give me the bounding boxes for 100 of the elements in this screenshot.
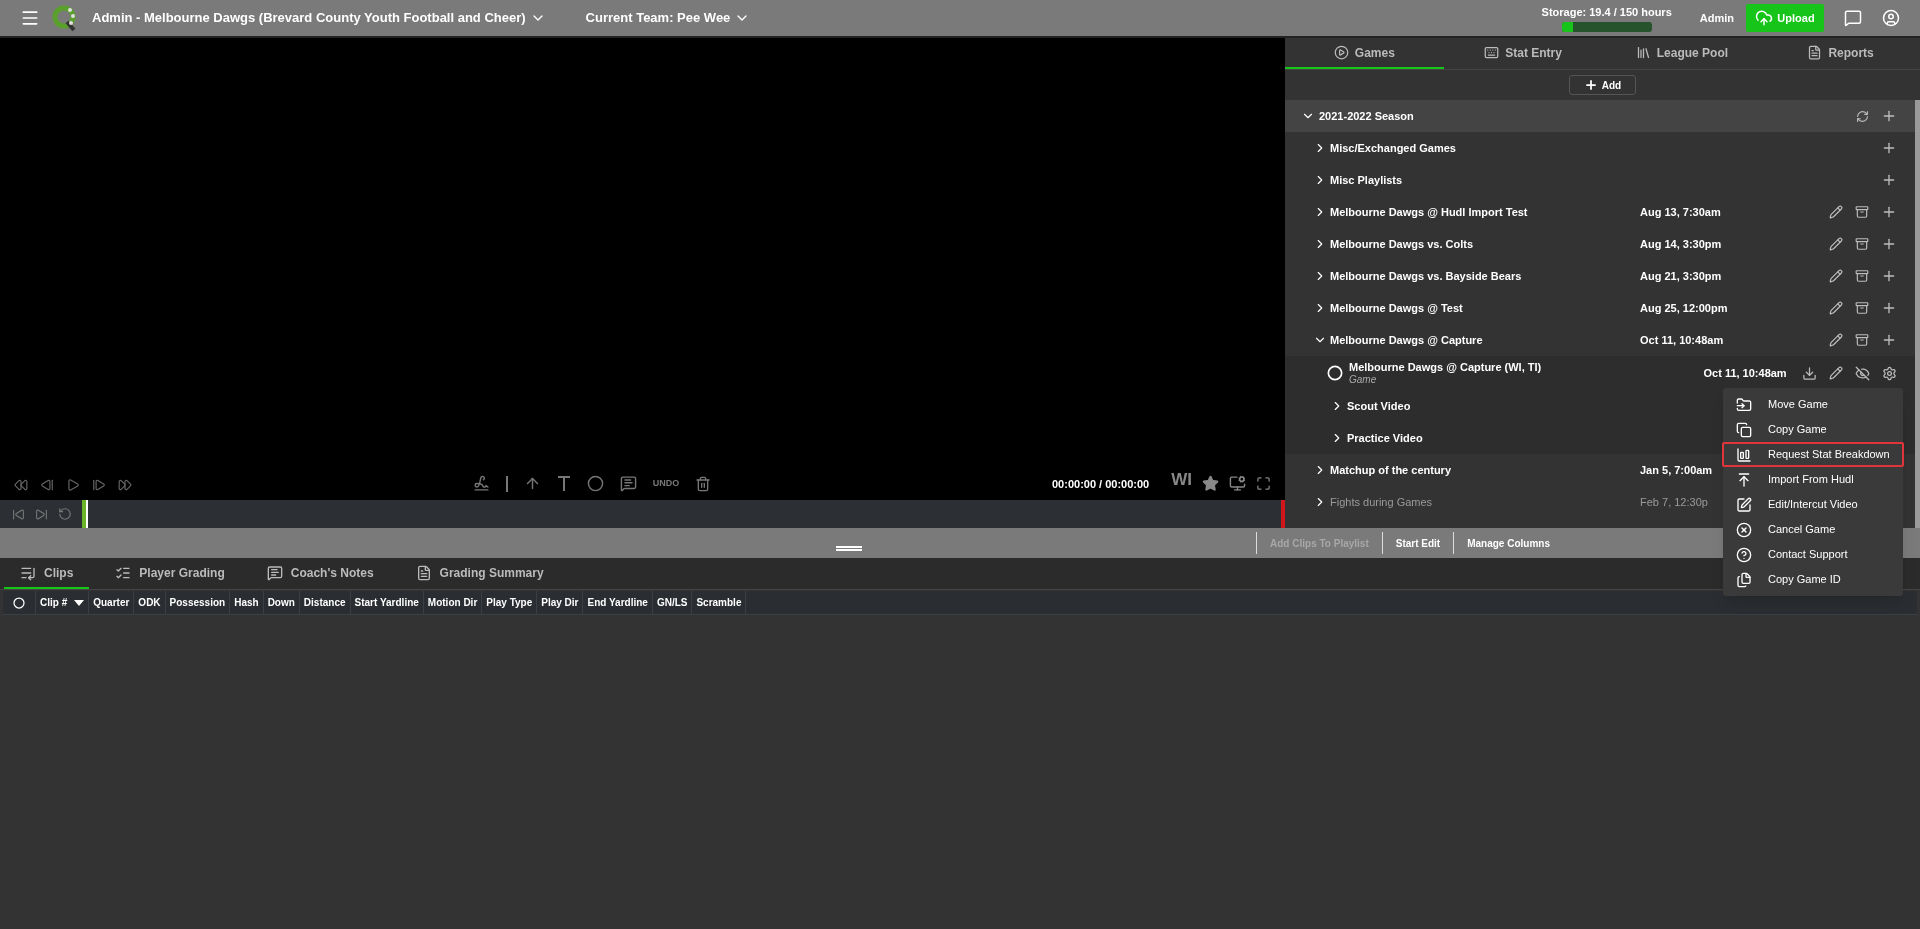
- add-button[interactable]: Add: [1568, 75, 1637, 95]
- column-header[interactable]: Possession: [165, 591, 231, 614]
- fast-forward-icon[interactable]: [118, 478, 132, 492]
- delete-icon[interactable]: [1855, 237, 1869, 251]
- replay-icon[interactable]: [58, 507, 72, 521]
- menu-item[interactable]: Cancel Game: [1722, 517, 1904, 542]
- time-display: 00:00:00 / 00:00:00: [1052, 476, 1150, 492]
- fullscreen-icon[interactable]: [1256, 476, 1271, 491]
- skip-forward-icon[interactable]: [35, 507, 48, 521]
- trash-icon[interactable]: [695, 475, 712, 492]
- season-header[interactable]: 2021-2022 Season: [1285, 100, 1915, 132]
- menu-item[interactable]: Copy Game: [1722, 417, 1904, 442]
- menu-item[interactable]: Import From Hudl: [1722, 467, 1904, 492]
- game-title: Misc/Exchanged Games: [1330, 140, 1456, 156]
- skip-back-icon[interactable]: [12, 507, 25, 521]
- edit-icon[interactable]: [1829, 366, 1843, 380]
- line-tool-icon[interactable]: [505, 475, 508, 492]
- t-bar-icon[interactable]: [556, 475, 571, 492]
- edit-icon[interactable]: [1829, 205, 1843, 219]
- chat-icon[interactable]: [1844, 9, 1862, 27]
- delete-icon[interactable]: [1855, 333, 1869, 347]
- document-icon: [1807, 45, 1823, 60]
- select-circle[interactable]: [1327, 365, 1343, 381]
- draw-icon[interactable]: [472, 475, 490, 492]
- edit-icon[interactable]: [1829, 301, 1843, 315]
- folder-title: Scout Video: [1347, 398, 1411, 414]
- column-header[interactable]: Start Yardline: [350, 591, 424, 614]
- menu-item[interactable]: Move Game: [1722, 392, 1904, 417]
- refresh-icon[interactable]: [1856, 109, 1869, 123]
- settings-icon[interactable]: [1882, 365, 1897, 381]
- bottom-tab[interactable]: Clips: [4, 558, 90, 589]
- edit-icon[interactable]: [1829, 333, 1843, 347]
- season-title: 2021-2022 Season: [1319, 108, 1414, 124]
- column-header[interactable]: Clip #: [36, 591, 90, 614]
- playhead[interactable]: [82, 500, 88, 528]
- edit-icon[interactable]: [1829, 237, 1843, 251]
- panel-tab[interactable]: League Pool: [1602, 38, 1762, 69]
- add-icon[interactable]: [1881, 268, 1897, 284]
- panel-tab[interactable]: Reports: [1761, 38, 1920, 69]
- column-header[interactable]: Distance: [299, 591, 351, 614]
- add-icon[interactable]: [1881, 172, 1897, 188]
- delete-icon[interactable]: [1855, 301, 1869, 315]
- step-back-icon[interactable]: [40, 478, 54, 492]
- resize-handle[interactable]: [836, 546, 862, 551]
- toolbar-button[interactable]: Start Edit: [1381, 532, 1454, 554]
- column-header[interactable]: GN/LS: [652, 591, 693, 614]
- edit-icon[interactable]: [1829, 269, 1843, 283]
- add-icon[interactable]: [1881, 140, 1897, 156]
- panel-tab[interactable]: Stat Entry: [1443, 38, 1603, 69]
- column-header[interactable]: Play Type: [482, 591, 538, 614]
- rewind-icon[interactable]: [14, 478, 28, 492]
- panel-tab[interactable]: Games: [1285, 38, 1444, 69]
- delete-icon[interactable]: [1855, 269, 1869, 283]
- bottom-tab[interactable]: Coach's Notes: [250, 558, 390, 589]
- bottom-tab[interactable]: Player Grading: [99, 558, 241, 589]
- menu-item[interactable]: Edit/Intercut Video: [1722, 492, 1904, 517]
- column-header[interactable]: Quarter: [89, 591, 135, 614]
- step-forward-icon[interactable]: [92, 478, 106, 492]
- menu-item[interactable]: Copy Game ID: [1722, 567, 1904, 592]
- user-name: Admin: [1699, 10, 1734, 26]
- game-title: Fights during Games: [1330, 494, 1433, 510]
- menu-icon[interactable]: [20, 8, 40, 28]
- game-date: Oct 11, 10:48am: [1640, 332, 1724, 348]
- bottom-tab[interactable]: Grading Summary: [399, 558, 560, 589]
- column-header[interactable]: Play Dir: [537, 591, 584, 614]
- upload-icon: [1736, 471, 1752, 488]
- account-selector[interactable]: Admin - Melbourne Dawgs (Brevard County Youth Football and Cheer): [92, 8, 546, 28]
- account-icon[interactable]: [1882, 9, 1900, 27]
- cancel-icon: [1736, 521, 1752, 538]
- column-header[interactable]: ODK: [134, 591, 166, 614]
- column-header[interactable]: Scramble: [692, 591, 747, 614]
- keyboard-icon: [1484, 45, 1500, 60]
- star-icon[interactable]: [1202, 475, 1219, 492]
- sort-icon[interactable]: [74, 599, 85, 606]
- play-icon[interactable]: [66, 478, 80, 492]
- game-title: Melbourne Dawgs @ Test: [1330, 300, 1463, 316]
- column-header[interactable]: Motion Dir: [423, 591, 483, 614]
- comment-icon[interactable]: [619, 475, 637, 492]
- column-header[interactable]: End Yardline: [583, 591, 653, 614]
- add-icon[interactable]: [1881, 204, 1897, 220]
- game-title: Melbourne Dawgs @ Capture: [1330, 332, 1483, 348]
- select-all-circle[interactable]: [13, 596, 25, 609]
- add-icon[interactable]: [1881, 236, 1897, 252]
- column-header[interactable]: Down: [263, 591, 300, 614]
- eye-off-icon[interactable]: [1855, 365, 1870, 381]
- download-icon[interactable]: [1802, 365, 1817, 381]
- undo-button[interactable]: UNDO: [652, 476, 680, 491]
- delete-icon[interactable]: [1855, 205, 1869, 219]
- toolbar-button[interactable]: Manage Columns: [1453, 532, 1563, 554]
- menu-item[interactable]: Contact Support: [1722, 542, 1904, 567]
- screen-settings-icon[interactable]: [1229, 475, 1246, 492]
- circle-icon[interactable]: [586, 475, 604, 492]
- add-icon[interactable]: [1881, 332, 1897, 348]
- game-date: Aug 13, 7:30am: [1640, 204, 1721, 220]
- add-icon[interactable]: [1881, 300, 1897, 316]
- menu-item[interactable]: Request Stat Breakdown: [1722, 442, 1904, 467]
- column-header[interactable]: Hash: [230, 591, 264, 614]
- library-icon: [1635, 45, 1651, 60]
- team-selector[interactable]: Current Team: Pee Wee: [585, 8, 751, 28]
- add-icon[interactable]: [1881, 108, 1897, 124]
